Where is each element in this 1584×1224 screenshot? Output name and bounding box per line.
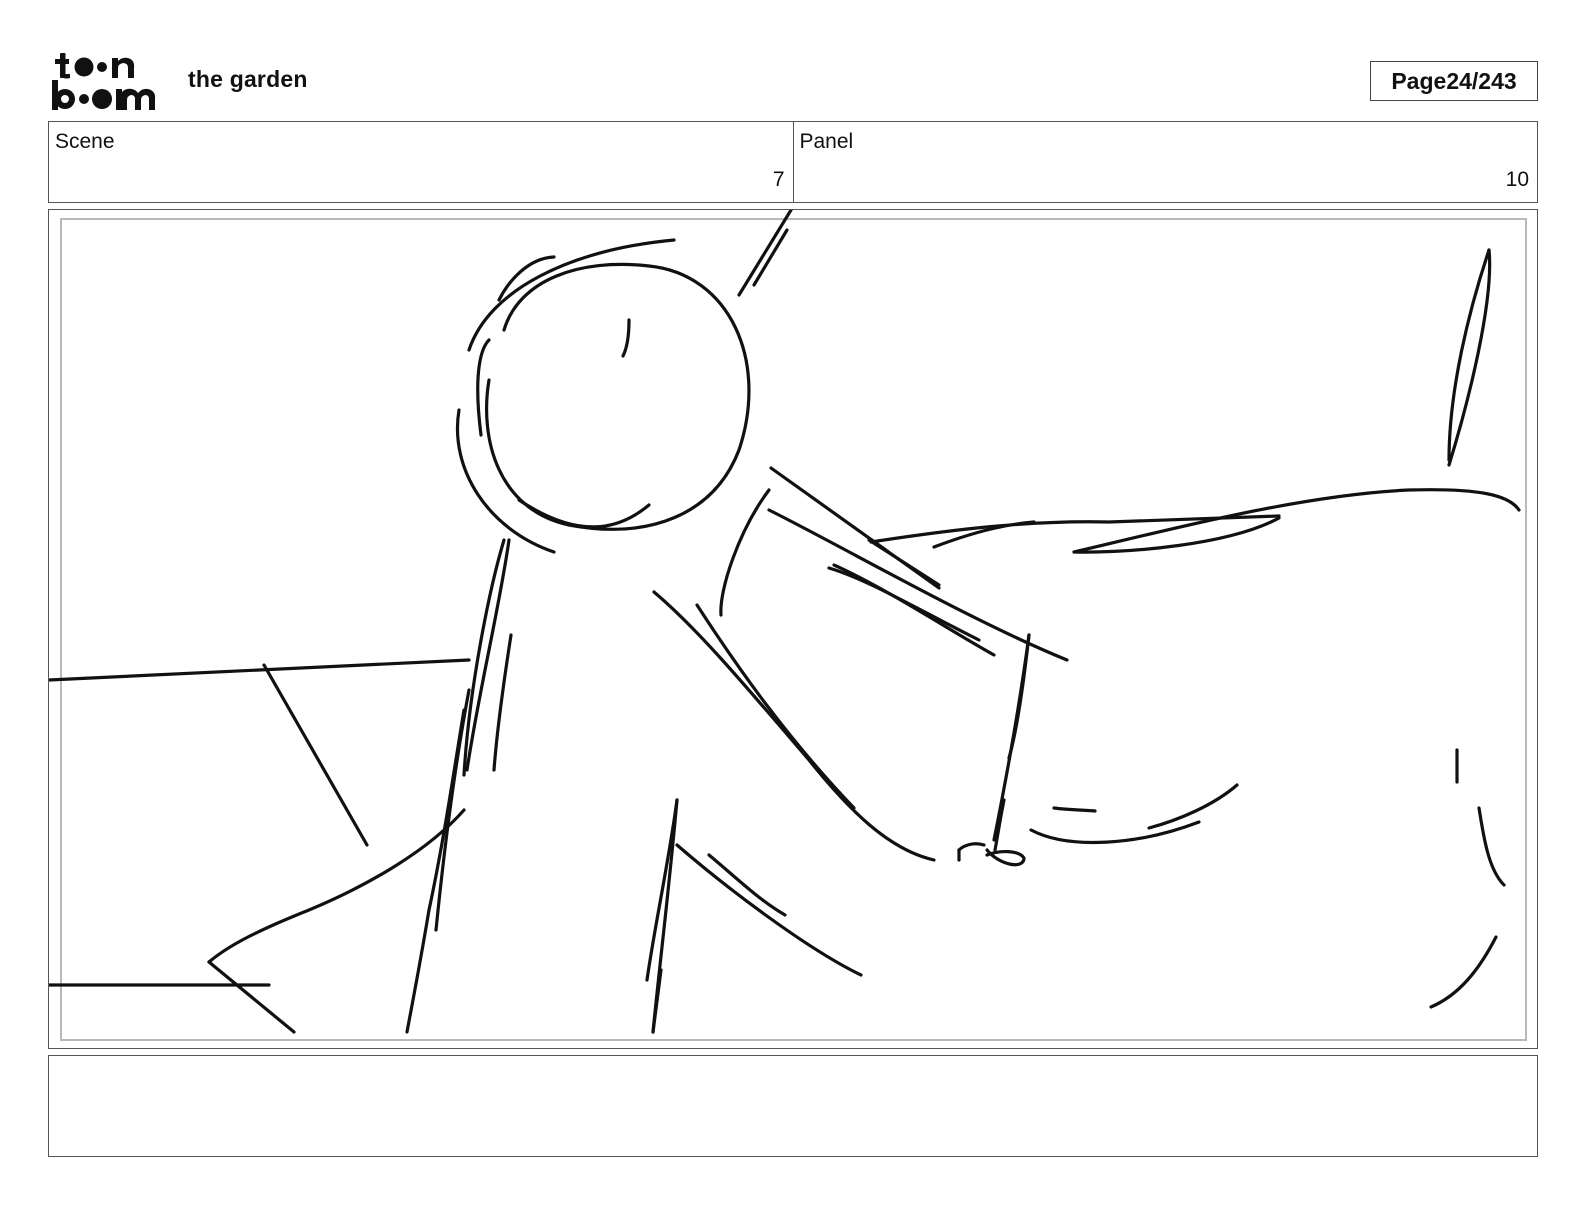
- panel-cell: Panel 10: [792, 122, 1538, 202]
- scene-panel-info: Scene 7 Panel 10: [48, 121, 1538, 203]
- scene-label: Scene: [55, 130, 115, 153]
- panel-value: 10: [1505, 168, 1529, 191]
- page-indicator: Page 24/243: [1370, 61, 1538, 101]
- project-title: the garden: [188, 66, 308, 92]
- page-label: Page: [1391, 67, 1447, 94]
- scene-value: 7: [772, 168, 785, 191]
- page-number: 24/243: [1446, 67, 1517, 94]
- panel-label: Panel: [799, 130, 854, 153]
- storyboard-sketch-drawing: [49, 210, 1521, 1034]
- toon-boom-logo: [52, 53, 156, 110]
- panel-notes[interactable]: [48, 1055, 1538, 1157]
- storyboard-panel: [48, 209, 1538, 1049]
- scene-cell: Scene 7: [49, 122, 793, 202]
